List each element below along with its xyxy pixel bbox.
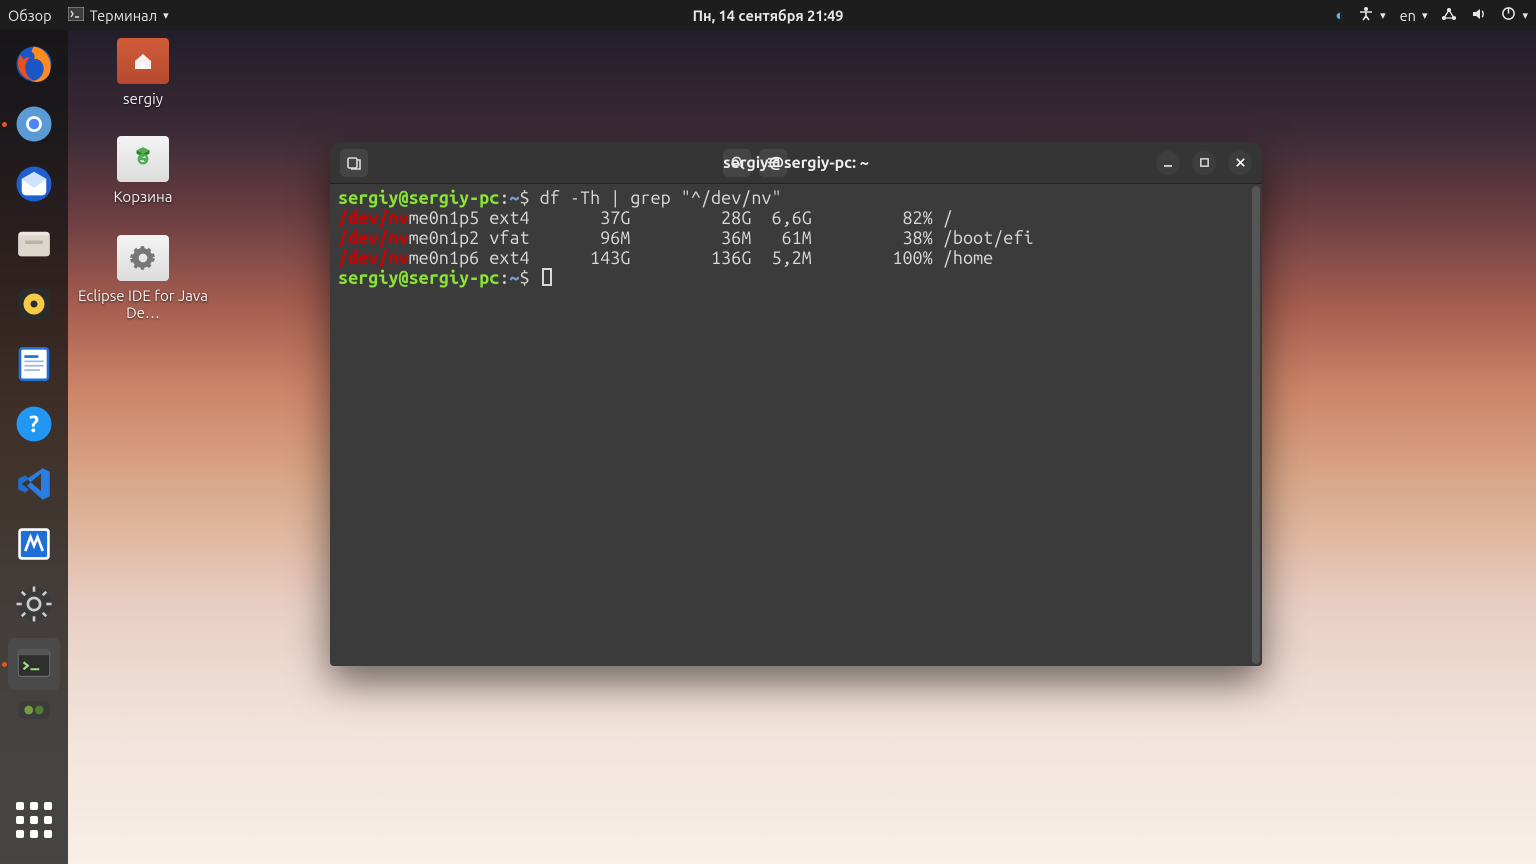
dock-chromium[interactable]: [8, 98, 60, 150]
dock-virtualbox[interactable]: [8, 518, 60, 570]
terminal-output-line: /dev/nvme0n1p2 vfat 96M 36M 61M 38% /boo…: [338, 228, 1254, 248]
accessibility-menu[interactable]: ▾: [1358, 6, 1386, 25]
maximize-button[interactable]: [1192, 151, 1216, 175]
top-panel: Обзор Терминал ▾ Пн, 14 сентября 21:49 ◐…: [0, 0, 1536, 30]
chevron-down-icon: ▾: [1422, 9, 1428, 22]
dock-settings[interactable]: [8, 578, 60, 630]
minimize-button[interactable]: [1156, 151, 1180, 175]
dock-libreoffice-writer[interactable]: [8, 338, 60, 390]
dock-thunderbird[interactable]: [8, 158, 60, 210]
power-icon: [1501, 6, 1516, 24]
cursor-icon: [542, 268, 552, 286]
chevron-down-icon: ▾: [1522, 9, 1528, 22]
desktop-icon-home[interactable]: sergiy: [88, 38, 198, 107]
system-menu[interactable]: ▾: [1501, 6, 1528, 24]
gear-icon: [117, 235, 169, 281]
desktop-icon-label: Eclipse IDE for Java De…: [73, 287, 213, 321]
app-menu[interactable]: Терминал ▾: [68, 7, 169, 24]
home-folder-icon: [117, 38, 169, 84]
clock[interactable]: Пн, 14 сентября 21:49: [693, 7, 844, 24]
dock-terminal[interactable]: [8, 638, 60, 690]
terminal-line: sergiy@sergiy-pc:~$ df -Th | grep "^/dev…: [338, 188, 1254, 208]
activities-button[interactable]: Обзор: [8, 7, 52, 24]
accessibility-icon: [1358, 6, 1374, 25]
dock-files[interactable]: [8, 218, 60, 270]
trash-icon: [117, 136, 169, 182]
terminal-output-line: /dev/nvme0n1p6 ext4 143G 136G 5,2M 100% …: [338, 248, 1254, 268]
terminal-line: sergiy@sergiy-pc:~$: [338, 268, 1254, 288]
dock-rhythmbox[interactable]: [8, 278, 60, 330]
dock-vscode[interactable]: [8, 458, 60, 510]
chevron-down-icon: ▾: [1380, 9, 1386, 22]
terminal-command: df -Th | grep "^/dev/nv": [540, 188, 782, 208]
livepatch-icon[interactable]: ◐: [1335, 6, 1344, 24]
terminal-body[interactable]: sergiy@sergiy-pc:~$ df -Th | grep "^/dev…: [330, 184, 1262, 666]
chevron-down-icon: ▾: [163, 9, 169, 22]
terminal-output-line: /dev/nvme0n1p5 ext4 37G 28G 6,6G 82% /: [338, 208, 1254, 228]
svg-text:?: ?: [29, 412, 39, 437]
terminal-titlebar[interactable]: sergiy@sergiy-pc: ~: [330, 142, 1262, 184]
desktop-icon-label: sergiy: [88, 90, 198, 107]
dock: ?: [0, 30, 68, 864]
datetime-label: Пн, 14 сентября 21:49: [693, 7, 844, 24]
terminal-icon: [68, 7, 84, 24]
volume-icon[interactable]: [1471, 6, 1487, 25]
scrollbar[interactable]: [1252, 186, 1260, 664]
desktop-icon-trash[interactable]: Корзина: [88, 136, 198, 205]
new-tab-button[interactable]: [340, 149, 368, 177]
dock-help[interactable]: ?: [8, 398, 60, 450]
activities-label: Обзор: [8, 7, 52, 24]
dock-extra-app[interactable]: [8, 698, 60, 722]
keyboard-layout-label: en: [1400, 7, 1416, 24]
window-title: sergiy@sergiy-pc: ~: [723, 154, 869, 172]
desktop-icon-eclipse[interactable]: Eclipse IDE for Java De…: [73, 235, 213, 321]
dock-firefox[interactable]: [8, 38, 60, 90]
close-button[interactable]: [1228, 151, 1252, 175]
network-icon[interactable]: [1441, 6, 1457, 25]
show-applications-button[interactable]: [8, 794, 60, 846]
desktop-icon-label: Корзина: [88, 188, 198, 205]
app-menu-label: Терминал: [90, 7, 157, 24]
terminal-window: sergiy@sergiy-pc: ~ sergiy@sergiy-pc:~$ …: [330, 142, 1262, 666]
keyboard-layout-menu[interactable]: en ▾: [1400, 7, 1428, 24]
